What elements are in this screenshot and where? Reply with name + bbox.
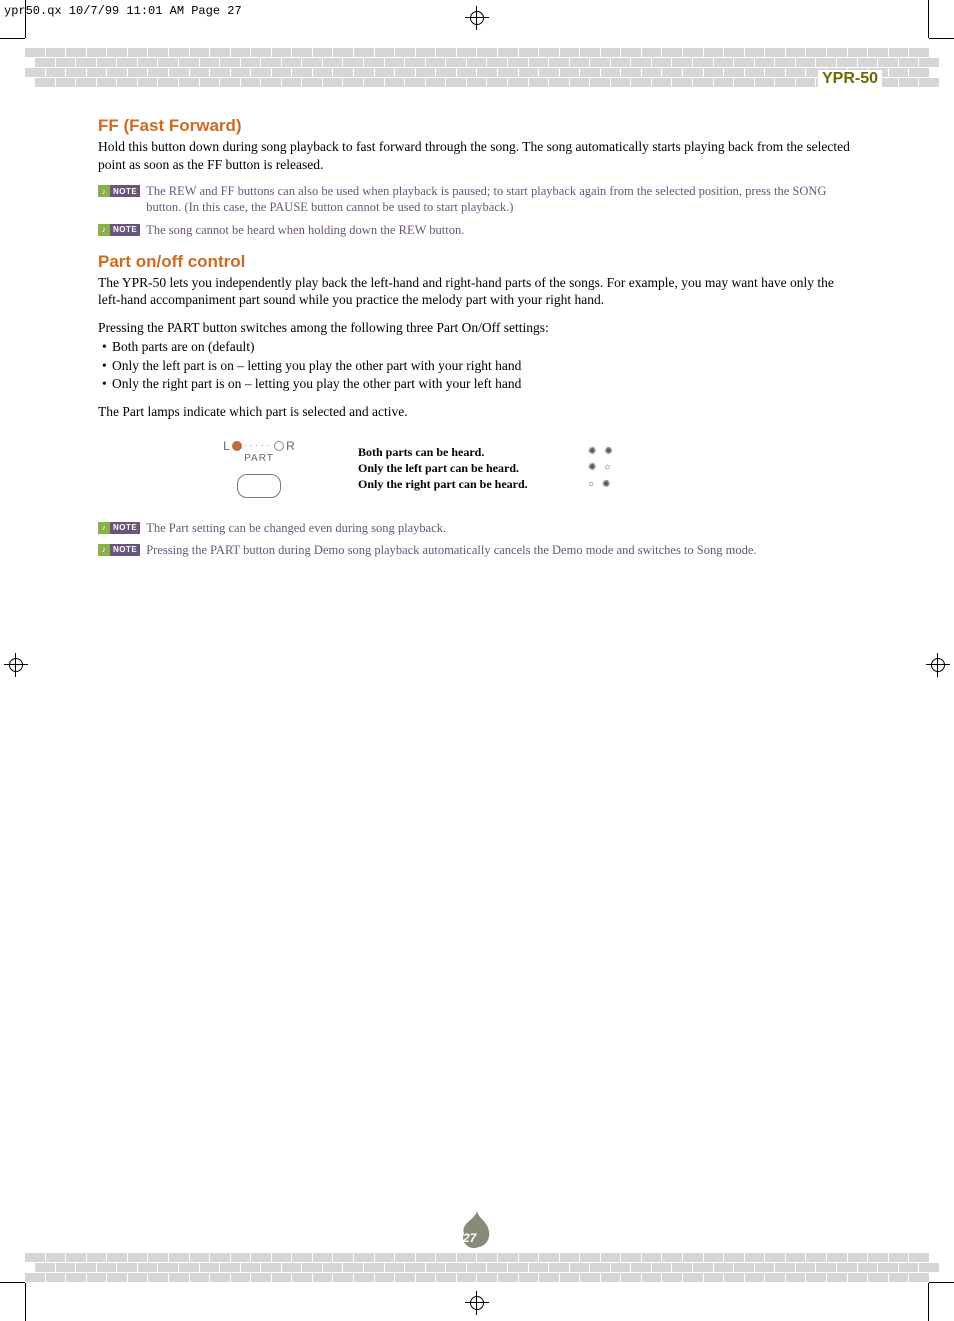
lamp-off-icon: ○ bbox=[588, 478, 594, 492]
note-text: Pressing the PART button during Demo son… bbox=[146, 542, 756, 558]
lamp-on-icon: ✺ bbox=[588, 461, 596, 475]
section-heading-part: Part on/off control bbox=[98, 252, 854, 272]
crop-mark bbox=[928, 0, 929, 38]
lamp-row-desc: Only the left part can be heard. bbox=[358, 460, 568, 476]
note-row: ♪ NOTE The Part setting can be changed e… bbox=[98, 520, 854, 536]
note-text: The REW and FF buttons can also be used … bbox=[146, 183, 854, 216]
part-figure: L ····· R PART Both parts can be heard. ✺… bbox=[214, 439, 854, 498]
note-row: ♪ NOTE The REW and FF buttons can also b… bbox=[98, 183, 854, 216]
page-number: 27 bbox=[463, 1231, 476, 1245]
lamp-right-icon bbox=[274, 441, 284, 451]
note-badge-icon: ♪ NOTE bbox=[98, 185, 140, 197]
note-text: The Part setting can be changed even dur… bbox=[146, 520, 446, 536]
model-label: YPR-50 bbox=[818, 70, 882, 88]
ff-description: Hold this button down during song playba… bbox=[98, 138, 854, 173]
crop-mark bbox=[25, 1283, 26, 1321]
part-settings-list: Both parts are on (default)Only the left… bbox=[98, 338, 854, 393]
page-content: FF (Fast Forward) Hold this button down … bbox=[98, 116, 854, 564]
note-badge-icon: ♪ NOTE bbox=[98, 224, 140, 236]
lamp-on-icon: ✺ bbox=[602, 478, 610, 492]
note-badge-icon: ♪ NOTE bbox=[98, 522, 140, 534]
lamp-row-indicator: ✺○ bbox=[588, 461, 610, 475]
lamp-left-icon bbox=[232, 441, 242, 451]
lamp-off-icon: ○ bbox=[604, 461, 610, 475]
list-item: Both parts are on (default) bbox=[98, 338, 854, 356]
registration-target-icon bbox=[4, 653, 28, 677]
part-description-2: Pressing the PART button switches among … bbox=[98, 319, 854, 337]
decorative-brick-band-bottom bbox=[25, 1253, 929, 1283]
lamp-on-icon: ✺ bbox=[604, 445, 612, 459]
part-description-3: The Part lamps indicate which part is se… bbox=[98, 403, 854, 421]
decorative-brick-band-top bbox=[25, 48, 929, 86]
list-item: Only the right part is on – letting you … bbox=[98, 375, 854, 393]
crop-mark bbox=[0, 1282, 25, 1283]
lamp-state-table: Both parts can be heard.✺✺Only the left … bbox=[358, 444, 613, 493]
lamp-table-row: Only the left part can be heard.✺○ bbox=[358, 460, 613, 476]
lamp-on-icon: ✺ bbox=[588, 445, 596, 459]
registration-target-icon bbox=[465, 6, 489, 30]
lamp-row-desc: Only the right part can be heard. bbox=[358, 476, 568, 492]
crop-mark bbox=[928, 1283, 929, 1321]
part-label-text: PART bbox=[214, 453, 304, 464]
note-row: ♪ NOTE Pressing the PART button during D… bbox=[98, 542, 854, 558]
part-button-outline-icon bbox=[237, 474, 281, 498]
lamp-table-row: Both parts can be heard.✺✺ bbox=[358, 444, 613, 460]
registration-target-icon bbox=[926, 653, 950, 677]
crop-mark bbox=[929, 1282, 954, 1283]
crop-mark bbox=[0, 38, 25, 39]
lamp-row-indicator: ✺✺ bbox=[588, 445, 613, 459]
page-number-ornament: 27 bbox=[457, 1209, 497, 1253]
prepress-file-header: ypr50.qx 10/7/99 11:01 AM Page 27 bbox=[4, 4, 242, 18]
section-heading-ff: FF (Fast Forward) bbox=[98, 116, 854, 136]
lamp-row-desc: Both parts can be heard. bbox=[358, 444, 568, 460]
registration-target-icon bbox=[465, 1291, 489, 1315]
lamp-table-row: Only the right part can be heard.○✺ bbox=[358, 476, 613, 492]
note-row: ♪ NOTE The song cannot be heard when hol… bbox=[98, 222, 854, 238]
part-description-1: The YPR-50 lets you independently play b… bbox=[98, 274, 854, 309]
note-badge-icon: ♪ NOTE bbox=[98, 544, 140, 556]
crop-mark bbox=[929, 38, 954, 39]
part-button-icon: L ····· R PART bbox=[214, 439, 304, 498]
note-text: The song cannot be heard when holding do… bbox=[146, 222, 464, 238]
lamp-row-indicator: ○✺ bbox=[588, 478, 610, 492]
list-item: Only the left part is on – letting you p… bbox=[98, 357, 854, 375]
